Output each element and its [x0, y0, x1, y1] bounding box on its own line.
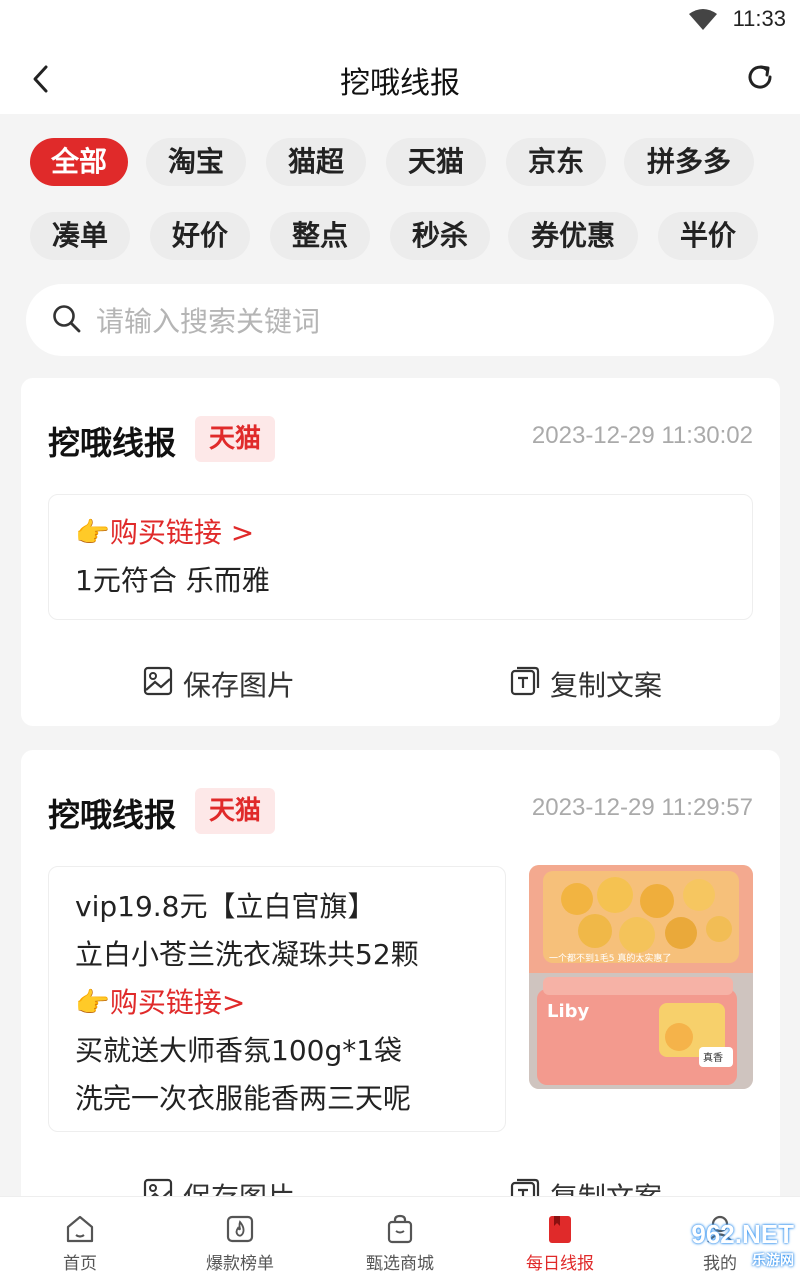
post-text-line: vip19.8元【立白官旗】 [75, 890, 376, 923]
platform-badge: 天猫 [195, 416, 276, 462]
filter-chip-miaosha[interactable]: 秒杀 [390, 212, 490, 260]
filter-chip-all[interactable]: 全部 [30, 138, 128, 186]
copy-text-label: 复制文案 [550, 1176, 662, 1196]
image-brand: Liby [547, 1001, 590, 1022]
image-icon [143, 666, 173, 696]
status-time: 11:33 [732, 6, 786, 31]
post-text-line: 1元符合 乐而雅 [75, 564, 270, 597]
post-timestamp: 2023-12-29 11:29:57 [531, 794, 753, 821]
image-tag: 真香 [703, 1051, 723, 1064]
tab-mall[interactable]: 甄选商城 [320, 1197, 480, 1280]
copy-text-button[interactable]: 复制文案 [510, 1176, 670, 1196]
save-image-label: 保存图片 [183, 1176, 295, 1196]
filter-chip-half-price[interactable]: 半价 [658, 212, 758, 260]
shopping-bag-icon [387, 1214, 413, 1244]
filter-chip-tmall[interactable]: 天猫 [386, 138, 486, 186]
copy-icon [510, 666, 540, 696]
post-card: 挖哦线报 天猫 2023-12-29 11:30:02 👉购买链接 > 1元符合… [21, 378, 780, 726]
image-caption: 一个都不到1毛5 真的太实惠了 [549, 952, 671, 964]
save-image-label: 保存图片 [183, 669, 296, 702]
tab-daily-deals[interactable]: 每日线报 [480, 1197, 640, 1280]
copy-text-label: 复制文案 [550, 669, 663, 702]
hot-list-icon [226, 1215, 254, 1243]
post-text-line: 买就送大师香氛100g*1袋 [75, 1034, 403, 1067]
image-icon [143, 1178, 173, 1196]
save-image-button[interactable]: 保存图片 [143, 1176, 303, 1196]
platform-badge: 天猫 [195, 788, 276, 834]
search-input[interactable]: 请输入搜索关键词 [26, 284, 774, 356]
wifi-icon [689, 9, 717, 30]
tab-label: 每日线报 [526, 1254, 594, 1274]
tab-home[interactable]: 首页 [0, 1197, 160, 1280]
status-bar: 11:33 [0, 0, 800, 44]
post-content: vip19.8元【立白官旗】 立白小苍兰洗衣凝珠共52颗 👉购买链接> 买就送大… [48, 866, 506, 1132]
watermark: 962.NET 乐游网 [691, 1219, 794, 1270]
filter-chip-maochao[interactable]: 猫超 [266, 138, 366, 186]
product-image[interactable]: Liby 真香 一个都不到1毛5 真的太实惠了 [529, 865, 753, 1089]
post-text-line: 洗完一次衣服能香两三天呢 [75, 1082, 412, 1115]
copy-text-button[interactable]: 复制文案 [510, 664, 670, 702]
product-photo: Liby 真香 一个都不到1毛5 真的太实惠了 [529, 865, 753, 1089]
post-timestamp: 2023-12-29 11:30:02 [531, 422, 753, 449]
save-image-button[interactable]: 保存图片 [143, 664, 303, 702]
watermark-sub: 乐游网 [752, 1252, 794, 1268]
filter-chip-taobao[interactable]: 淘宝 [146, 138, 246, 186]
page-title: 挖哦线报 [340, 66, 460, 101]
refresh-icon[interactable] [744, 61, 776, 93]
buy-link[interactable]: 👉购买链接> [75, 979, 479, 1027]
tab-label: 首页 [63, 1254, 97, 1274]
tab-label: 甄选商城 [366, 1254, 434, 1274]
filter-chip-coupon[interactable]: 券优惠 [508, 212, 638, 260]
post-source: 挖哦线报 [48, 424, 177, 462]
home-icon [66, 1215, 94, 1243]
filter-chip-pinduoduo[interactable]: 拼多多 [624, 138, 754, 186]
copy-icon [510, 1178, 540, 1196]
filter-chip-coudan[interactable]: 凑单 [30, 212, 130, 260]
post-card: 挖哦线报 天猫 2023-12-29 11:29:57 vip19.8元【立白官… [21, 750, 780, 1196]
tab-hot-list[interactable]: 爆款榜单 [160, 1197, 320, 1280]
bottom-tab-bar: 首页 爆款榜单 甄选商城 每日线报 我的 962.NET 乐游网 [0, 1196, 800, 1280]
post-text-line: 立白小苍兰洗衣凝珠共52颗 [75, 938, 419, 971]
filter-chip-zhengdian[interactable]: 整点 [270, 212, 370, 260]
filter-chip-haojia[interactable]: 好价 [150, 212, 250, 260]
post-content: 👉购买链接 > 1元符合 乐而雅 [48, 494, 753, 620]
search-placeholder: 请输入搜索关键词 [96, 305, 321, 338]
tab-label: 爆款榜单 [206, 1254, 274, 1274]
top-nav-bar: 挖哦线报 [0, 44, 800, 114]
post-source: 挖哦线报 [48, 796, 177, 834]
search-icon [53, 305, 81, 333]
watermark-main: 962.NET [691, 1219, 794, 1249]
daily-deals-icon [549, 1216, 571, 1243]
filter-chip-jd[interactable]: 京东 [506, 138, 606, 186]
buy-link[interactable]: 👉购买链接 > [75, 509, 726, 557]
